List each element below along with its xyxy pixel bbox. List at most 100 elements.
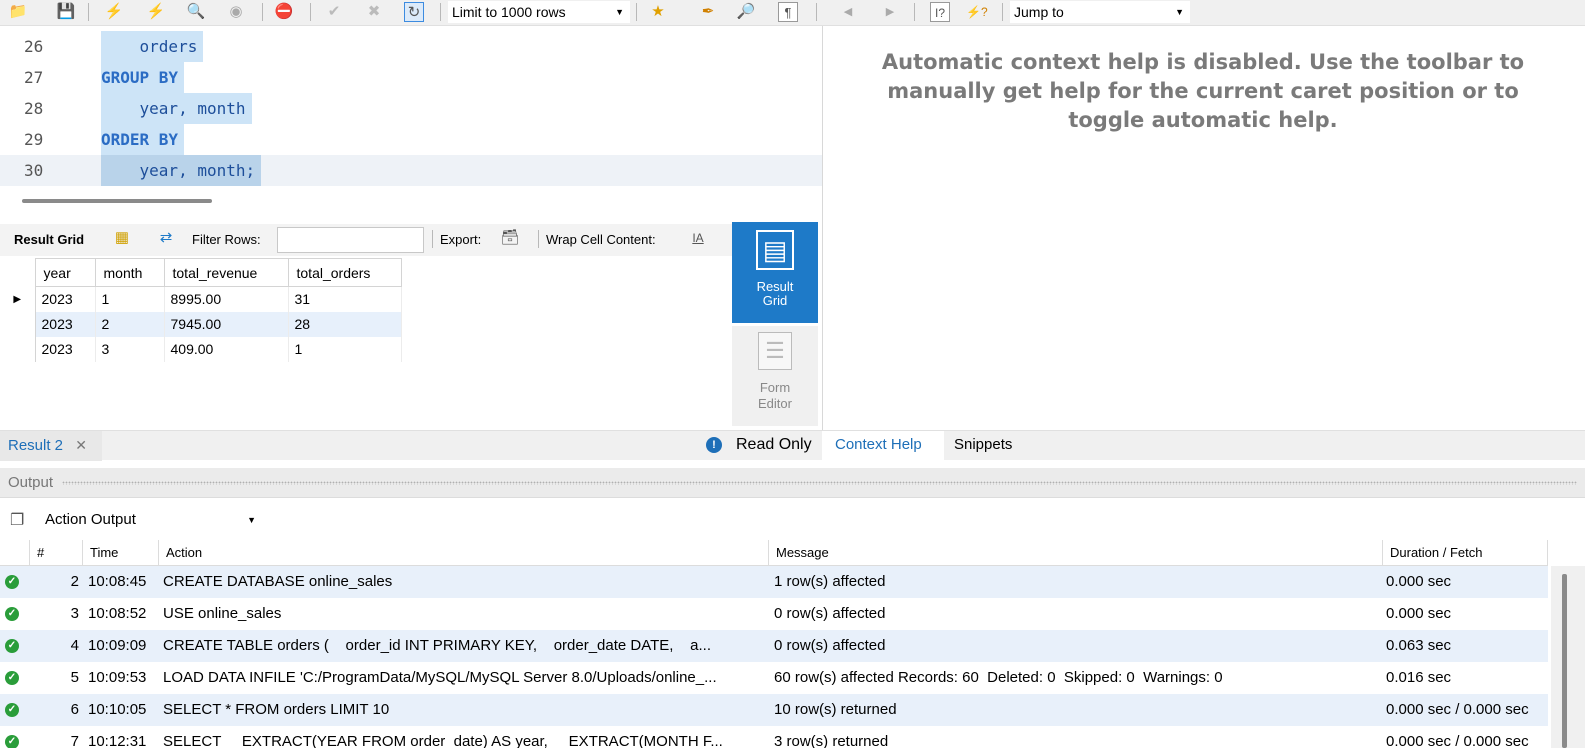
output-title: Output: [8, 474, 54, 491]
scrollbar-thumb[interactable]: [1562, 574, 1567, 748]
output-row-time: 10:10:05: [88, 701, 147, 718]
add-snippet-icon[interactable]: ★: [648, 2, 668, 22]
save-icon[interactable]: 💾: [56, 2, 76, 22]
success-icon: ✓: [5, 639, 19, 653]
read-only-label: Read Only: [736, 436, 812, 453]
output-row-action: LOAD DATA INFILE 'C:/ProgramData/MySQL/M…: [163, 669, 717, 686]
column-header-total-revenue[interactable]: total_revenue: [163, 258, 289, 287]
tab-result-2[interactable]: Result 2 ✕: [0, 431, 102, 461]
info-icon: !: [706, 437, 722, 453]
output-row-action: SELECT * FROM orders LIMIT 10: [163, 701, 390, 718]
result-grid-label[interactable]: Result Grid: [14, 232, 84, 247]
output-row-message: 3 row(s) returned: [774, 733, 889, 748]
side-result-grid-button[interactable]: ▤ Result Grid: [732, 222, 818, 323]
output-row-message: 0 row(s) affected: [774, 605, 886, 622]
rollback-icon[interactable]: ✖: [364, 2, 384, 22]
code-text: year, month: [101, 93, 252, 124]
cell-total-revenue[interactable]: 409.00: [164, 336, 289, 362]
result-toolbar: Result Grid ▦ ⇄ Filter Rows: Export: 🗃 W…: [0, 224, 735, 256]
table-row[interactable]: 2023 3 409.00 1: [0, 336, 402, 362]
limit-rows-select[interactable]: Limit to 1000 rows ▼: [448, 1, 630, 23]
auto-help-icon[interactable]: ⚡?: [966, 2, 988, 22]
grid-icon[interactable]: ▦: [112, 228, 132, 248]
jump-to-select[interactable]: Jump to ▼: [1010, 1, 1190, 23]
wrap-cell-icon[interactable]: IA: [688, 228, 708, 248]
toolbar-separator: [262, 3, 263, 21]
success-icon: ✓: [5, 735, 19, 748]
code-text: orders: [101, 31, 204, 62]
filter-rows-input[interactable]: [277, 227, 424, 253]
output-row[interactable]: ✓ 2 10:08:45 CREATE DATABASE online_sale…: [0, 566, 1548, 598]
find-icon[interactable]: 🔎: [736, 2, 756, 22]
cell-total-revenue[interactable]: 7945.00: [164, 311, 289, 337]
column-header-duration[interactable]: Duration / Fetch: [1383, 540, 1548, 566]
table-row[interactable]: 2023 2 7945.00 28: [0, 311, 402, 337]
editor-horizontal-scrollbar[interactable]: [22, 199, 212, 203]
refresh-icon[interactable]: ⇄: [156, 228, 176, 248]
explain-icon[interactable]: 🔍: [186, 2, 206, 22]
output-row[interactable]: ✓ 6 10:10:05 SELECT * FROM orders LIMIT …: [0, 694, 1548, 726]
column-header-total-orders[interactable]: total_orders: [287, 258, 402, 287]
autocommit-icon[interactable]: ↻: [404, 2, 424, 22]
context-help-icon[interactable]: I?: [930, 2, 950, 22]
beautify-icon[interactable]: ✒: [698, 2, 718, 22]
output-drag-handle[interactable]: [62, 481, 1577, 485]
cell-year[interactable]: 2023: [35, 286, 96, 312]
cell-total-revenue[interactable]: 8995.00: [164, 286, 289, 312]
output-row-duration: 0.000 sec: [1386, 573, 1452, 590]
back-icon[interactable]: ◀: [838, 2, 858, 22]
output-row-message: 1 row(s) affected: [774, 573, 886, 590]
output-row[interactable]: ✓ 7 10:12:31 SELECT EXTRACT(YEAR FROM or…: [0, 726, 1548, 748]
cell-month[interactable]: 1: [95, 286, 165, 312]
code-keyword: GROUP BY: [101, 62, 185, 93]
forward-icon[interactable]: ▶: [880, 2, 900, 22]
stop-icon[interactable]: ◉: [226, 2, 246, 22]
cell-year[interactable]: 2023: [35, 336, 96, 362]
execute-current-icon[interactable]: ⚡: [146, 2, 166, 22]
code-keyword: ORDER BY: [101, 124, 185, 155]
column-header-number[interactable]: #: [30, 540, 83, 566]
export-icon[interactable]: 🗃: [500, 228, 520, 248]
folder-icon[interactable]: 📁: [8, 2, 28, 22]
copy-icon[interactable]: ❐: [10, 510, 24, 530]
cell-total-orders[interactable]: 31: [288, 286, 402, 312]
result-grid: year month total_revenue total_orders ▶ …: [0, 258, 402, 362]
cell-total-orders[interactable]: 1: [288, 336, 402, 362]
output-vertical-scrollbar[interactable]: [1551, 566, 1585, 748]
output-row[interactable]: ✓ 5 10:09:53 LOAD DATA INFILE 'C:/Progra…: [0, 662, 1548, 694]
code-text: year, month;: [101, 155, 262, 186]
output-row-action: CREATE DATABASE online_sales: [163, 573, 393, 590]
cell-month[interactable]: 2: [95, 311, 165, 337]
toggle-error-icon[interactable]: ⛔: [274, 2, 294, 22]
close-icon[interactable]: ✕: [75, 437, 87, 453]
toolbar-separator: [914, 3, 915, 21]
sql-editor[interactable]: 26 orders 27 GROUP BY 28 year, month 29 …: [0, 26, 825, 221]
code-line: 28 year, month: [0, 93, 825, 124]
output-row[interactable]: ✓ 3 10:08:52 USE online_sales 0 row(s) a…: [0, 598, 1548, 630]
output-row-number: 2: [70, 573, 79, 590]
tab-context-help[interactable]: Context Help: [822, 431, 944, 461]
form-icon: ☰: [758, 332, 792, 370]
column-header-time[interactable]: Time: [83, 540, 159, 566]
side-form-editor-button[interactable]: ☰ Form Editor: [732, 326, 818, 426]
column-header-month[interactable]: month: [94, 258, 165, 287]
cell-month[interactable]: 3: [95, 336, 165, 362]
output-row-number: 7: [70, 733, 79, 748]
cell-year[interactable]: 2023: [35, 311, 96, 337]
output-type-select[interactable]: Action Output ▼: [37, 507, 262, 533]
column-header-action[interactable]: Action: [159, 540, 769, 566]
context-tab-bar: Context Help Snippets: [822, 430, 1585, 461]
output-row[interactable]: ✓ 4 10:09:09 CREATE TABLE orders ( order…: [0, 630, 1548, 662]
column-header-year[interactable]: year: [34, 258, 96, 287]
tab-snippets[interactable]: Snippets: [954, 431, 1012, 459]
output-row-time: 10:09:09: [88, 637, 147, 654]
commit-icon[interactable]: ✔: [324, 2, 344, 22]
output-row-message: 0 row(s) affected: [774, 637, 886, 654]
table-row[interactable]: ▶ 2023 1 8995.00 31: [0, 286, 402, 312]
invisible-chars-icon[interactable]: ¶: [778, 2, 798, 22]
cell-total-orders[interactable]: 28: [288, 311, 402, 337]
column-header-message[interactable]: Message: [769, 540, 1383, 566]
line-number: 27: [24, 68, 44, 87]
toolbar-separator: [440, 3, 441, 21]
execute-icon[interactable]: ⚡: [104, 2, 124, 22]
